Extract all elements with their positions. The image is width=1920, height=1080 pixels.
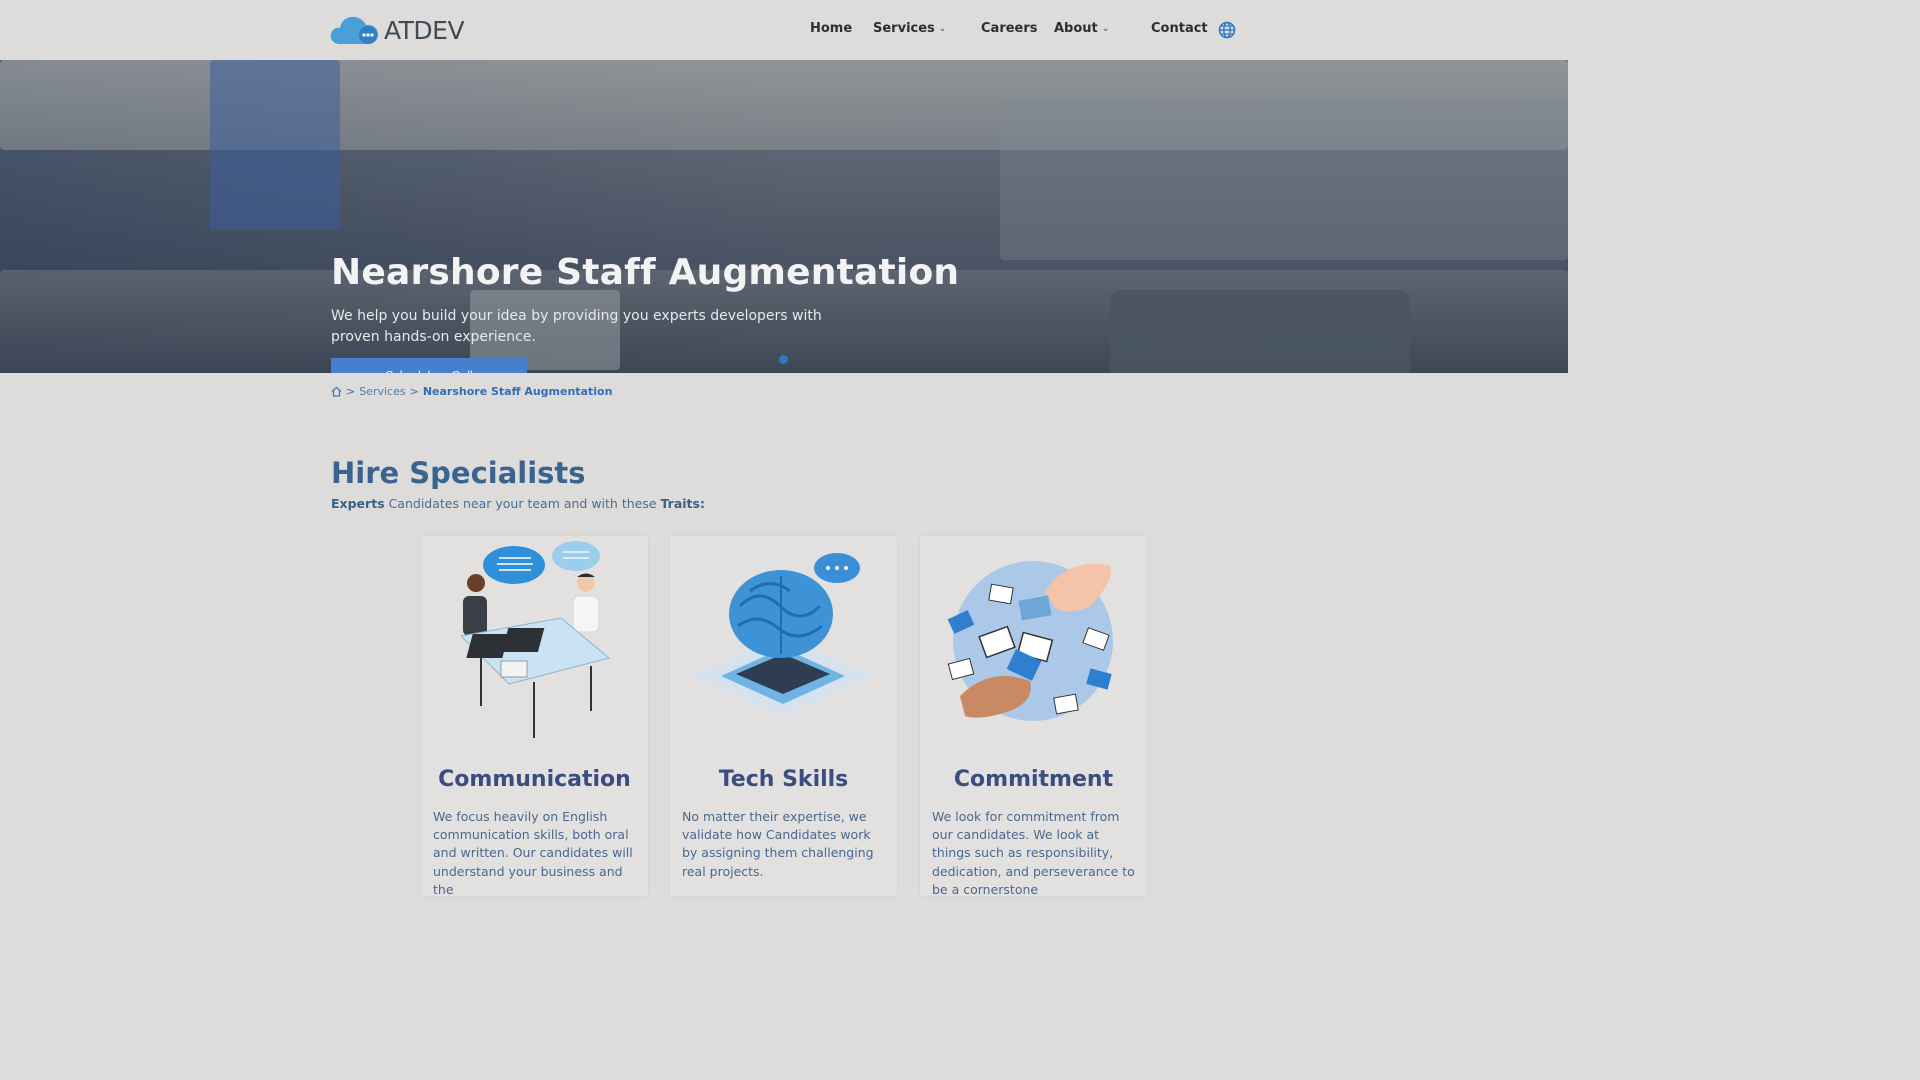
hero-subtitle: We help you build your idea by providing… bbox=[331, 308, 822, 345]
hero-title: Nearshore Staff Augmentation bbox=[331, 252, 960, 293]
card-title: Commitment bbox=[953, 767, 1114, 792]
card-text: We look for commitment from our candidat… bbox=[932, 809, 1135, 897]
nav-careers-label: Careers bbox=[981, 21, 1038, 36]
card-tech-skills: Tech Skills No matter their expertise, w… bbox=[670, 536, 897, 896]
site-header: ATDEV Home Services ⌄ Careers About ⌄ Cont… bbox=[0, 0, 1568, 60]
card-text: We focus heavily on English communicatio… bbox=[433, 809, 633, 897]
nav-services[interactable]: Services ⌄ bbox=[873, 21, 946, 36]
card-text: No matter their expertise, we validate h… bbox=[682, 809, 874, 879]
nav-careers[interactable]: Careers bbox=[981, 21, 1038, 36]
breadcrumb-separator: > bbox=[409, 385, 419, 398]
hero-photo-back bbox=[1000, 100, 1568, 260]
nav-contact-label: Contact bbox=[1151, 21, 1208, 36]
chevron-down-icon: ⌄ bbox=[938, 24, 947, 34]
breadcrumb-services[interactable]: Services bbox=[359, 385, 405, 398]
schedule-call-button[interactable]: Schedule a Call bbox=[331, 358, 527, 373]
breadcrumb-current: Nearshore Staff Augmentation bbox=[422, 385, 613, 398]
main-nav: Home Services ⌄ Careers About ⌄ Contact bbox=[0, 0, 1568, 60]
communication-illustration bbox=[459, 541, 611, 738]
subtitle-traits: Traits: bbox=[660, 496, 705, 511]
chevron-down-icon: ⌄ bbox=[1101, 24, 1110, 34]
brain-chip-illustration bbox=[691, 553, 875, 716]
nav-services-label: Services bbox=[873, 21, 935, 36]
nav-about[interactable]: About ⌄ bbox=[1054, 21, 1109, 36]
section-subtitle: Experts Candidates near your team and wi… bbox=[331, 496, 705, 511]
card-communication: Communication We focus heavily on Englis… bbox=[421, 536, 648, 897]
card-title: Tech Skills bbox=[718, 767, 849, 792]
section-title: Hire Specialists bbox=[331, 456, 586, 490]
subtitle-experts: Experts bbox=[331, 496, 385, 511]
subtitle-middle: Candidates near your team and with these bbox=[384, 496, 661, 511]
nav-contact[interactable]: Contact bbox=[1151, 21, 1208, 36]
nav-home[interactable]: Home bbox=[810, 21, 852, 36]
nav-home-label: Home bbox=[810, 21, 853, 36]
breadcrumb: > Services > Nearshore Staff Augmentatio… bbox=[331, 385, 612, 398]
card-commitment: Commitment We look for commitment from o… bbox=[920, 536, 1147, 897]
hero-photo-monitor bbox=[1110, 290, 1410, 373]
home-icon[interactable] bbox=[331, 386, 342, 397]
puzzle-hands-illustration bbox=[947, 561, 1113, 721]
carousel-dot[interactable] bbox=[779, 355, 788, 364]
hero-photo-wall bbox=[210, 60, 340, 230]
breadcrumb-separator: > bbox=[346, 385, 356, 398]
card-title: Communication bbox=[438, 767, 631, 792]
globe-icon[interactable] bbox=[1218, 21, 1236, 39]
nav-about-label: About bbox=[1054, 21, 1098, 36]
hero-banner: Nearshore Staff Augmentation We help you… bbox=[0, 60, 1568, 373]
